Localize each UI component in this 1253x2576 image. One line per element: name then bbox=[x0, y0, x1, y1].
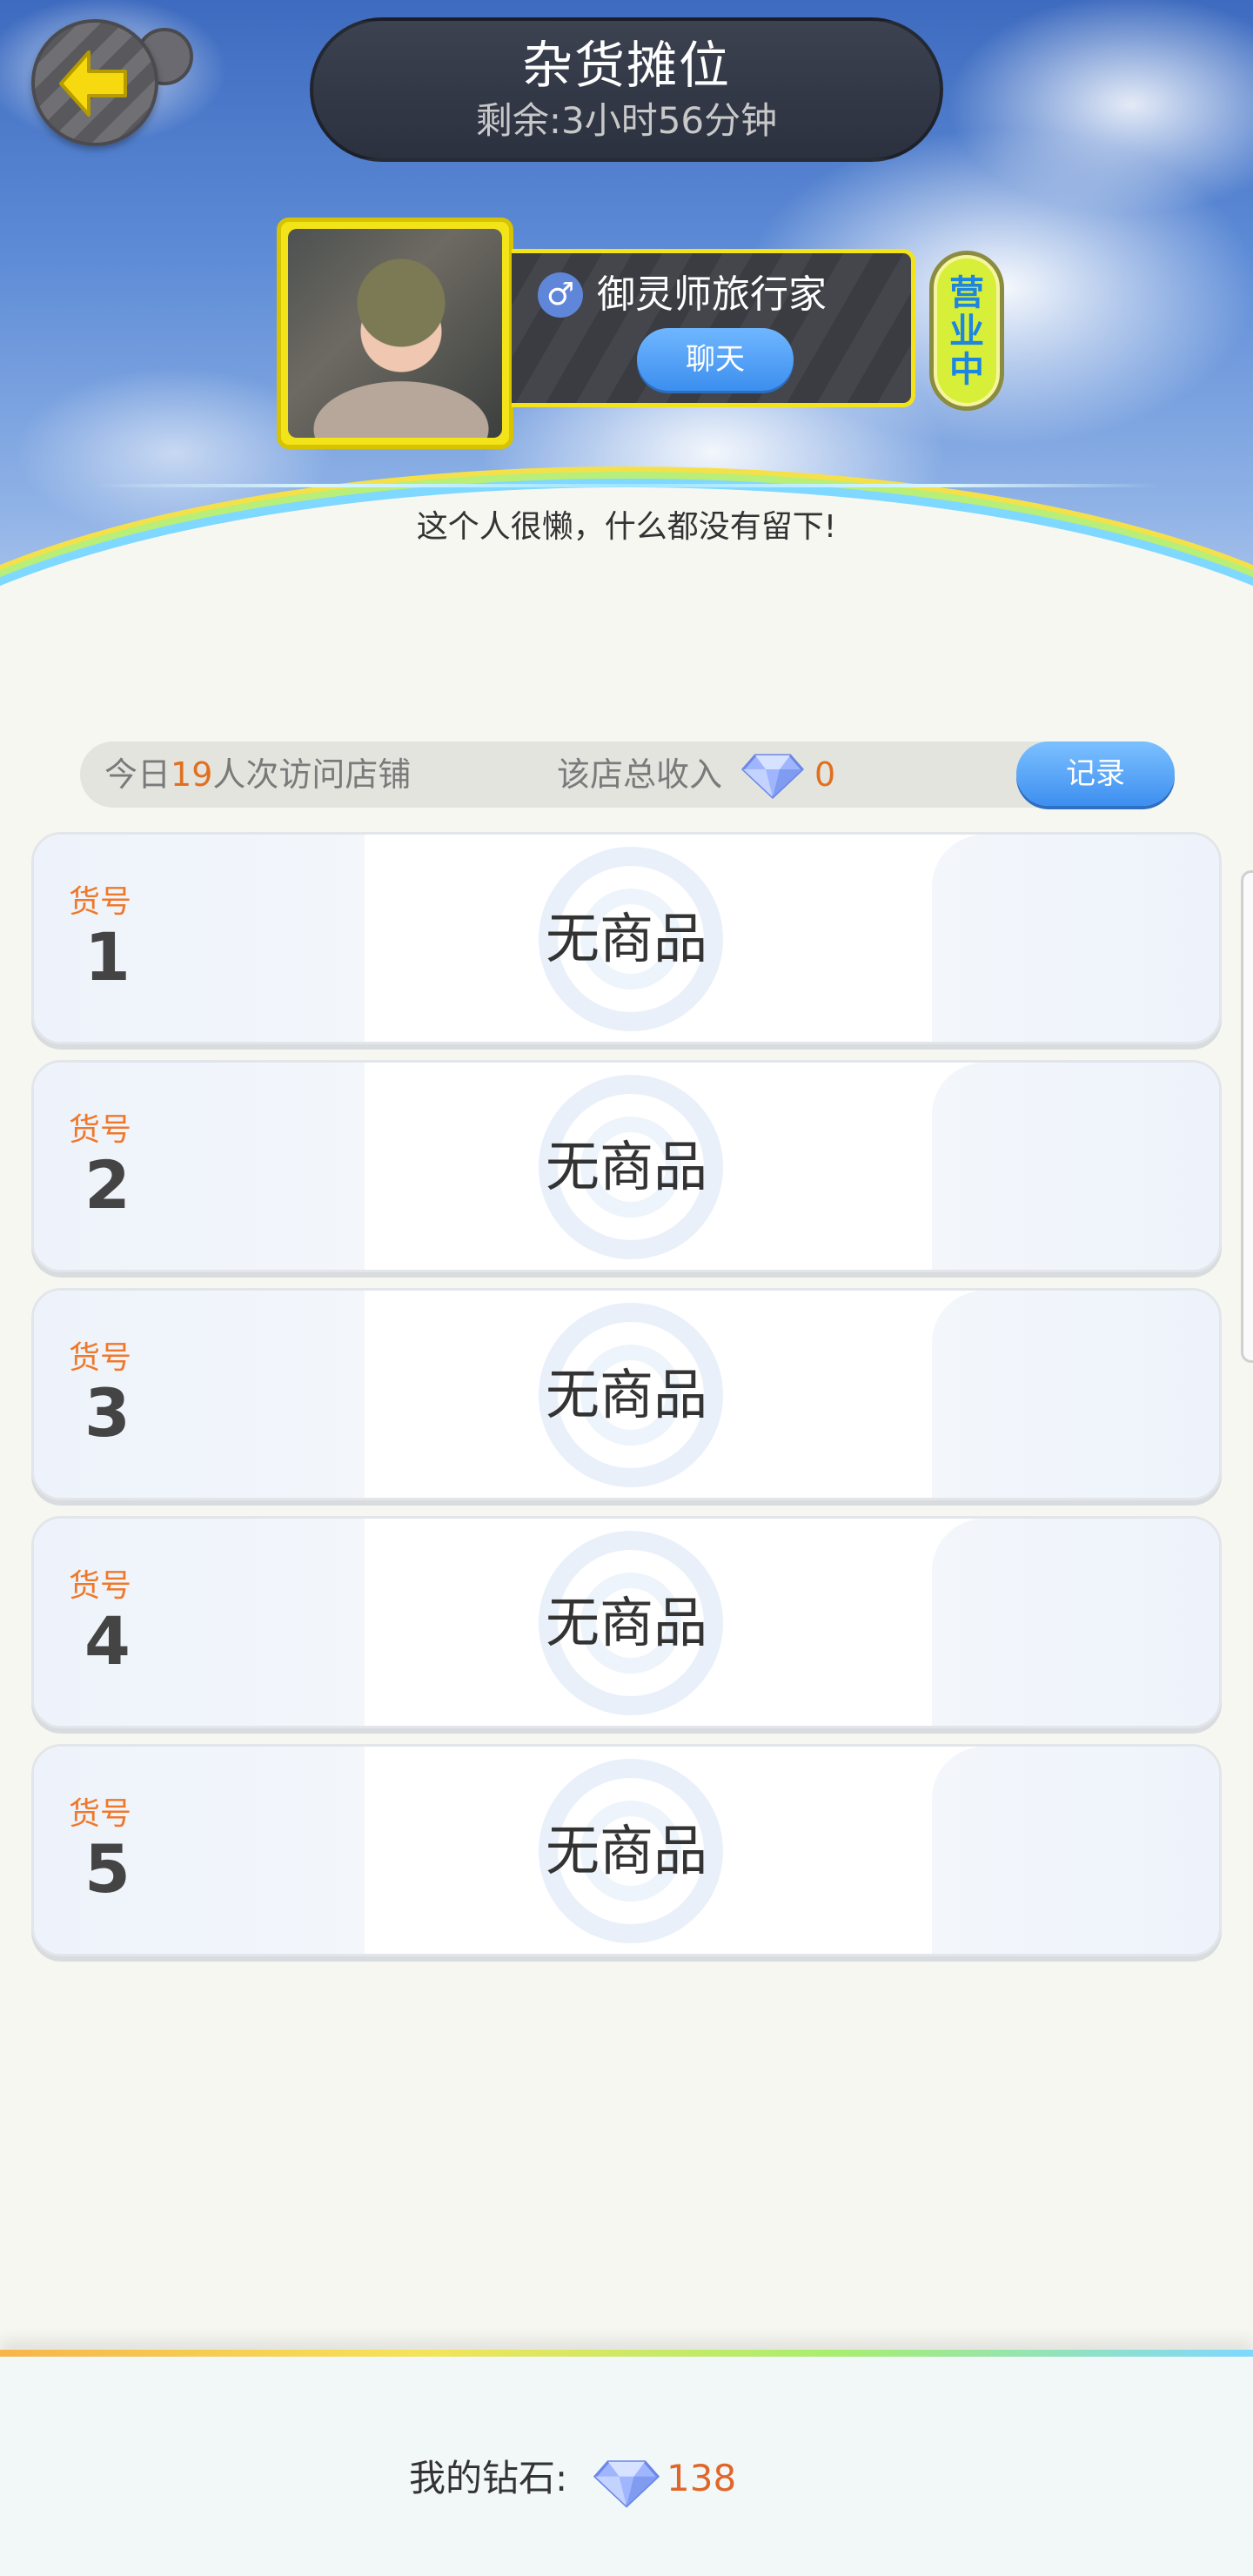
status-badge: 营业中 bbox=[929, 251, 1004, 411]
remaining-time: 剩余:3小时56分钟 bbox=[475, 99, 778, 142]
diamonds-label: 我的钻石: bbox=[409, 2457, 568, 2499]
stats-bar: 今日19人次访问店铺 该店总收入 0 bbox=[80, 741, 1173, 808]
motto-text: 这个人很懒，什么都没有留下! bbox=[416, 509, 837, 545]
diamond-icon bbox=[741, 754, 804, 799]
male-icon: ♂ bbox=[538, 272, 583, 318]
side-scroll-handle[interactable] bbox=[1241, 870, 1253, 1363]
avatar-frame[interactable] bbox=[277, 218, 513, 449]
footer-bar: 我的钻石: 138 bbox=[0, 2350, 1253, 2576]
back-button[interactable] bbox=[31, 19, 193, 146]
diamond-icon bbox=[593, 2460, 660, 2508]
slot-content: 无商品 bbox=[545, 1591, 707, 1654]
player-name: 御灵师旅行家 bbox=[597, 272, 827, 317]
slot-content: 无商品 bbox=[545, 1363, 707, 1426]
title-banner: 杂货摊位 剩余:3小时56分钟 bbox=[310, 17, 943, 162]
arrow-left-icon bbox=[59, 50, 127, 117]
slot-content: 无商品 bbox=[545, 1819, 707, 1882]
slot-content: 无商品 bbox=[545, 1135, 707, 1198]
visits-text: 今日19人次访问店铺 bbox=[104, 741, 411, 808]
slot-item-3[interactable]: 货号 3 无商品 bbox=[31, 1288, 1222, 1500]
avatar bbox=[288, 229, 502, 438]
page-title: 杂货摊位 bbox=[521, 36, 731, 95]
chat-button[interactable]: 聊天 bbox=[637, 328, 794, 391]
visits-count: 19 bbox=[171, 755, 213, 794]
slot-item-1[interactable]: 货号 1 无商品 bbox=[31, 832, 1222, 1044]
visits-prefix: 今日 bbox=[104, 755, 171, 794]
income-label: 该店总收入 bbox=[557, 755, 723, 794]
slot-item-5[interactable]: 货号 5 无商品 bbox=[31, 1744, 1222, 1956]
slot-content: 无商品 bbox=[545, 907, 707, 970]
status-label: 营业中 bbox=[949, 273, 984, 390]
visits-suffix: 人次访问店铺 bbox=[212, 755, 412, 794]
diamonds-value: 138 bbox=[667, 2457, 737, 2499]
record-button[interactable]: 记录 bbox=[1016, 741, 1175, 806]
divider bbox=[94, 484, 1159, 487]
slot-item-2[interactable]: 货号 2 无商品 bbox=[31, 1060, 1222, 1272]
slot-item-4[interactable]: 货号 4 无商品 bbox=[31, 1516, 1222, 1728]
income-value: 0 bbox=[814, 755, 836, 794]
profile-card: ♂ 御灵师旅行家 聊天 bbox=[512, 249, 915, 407]
